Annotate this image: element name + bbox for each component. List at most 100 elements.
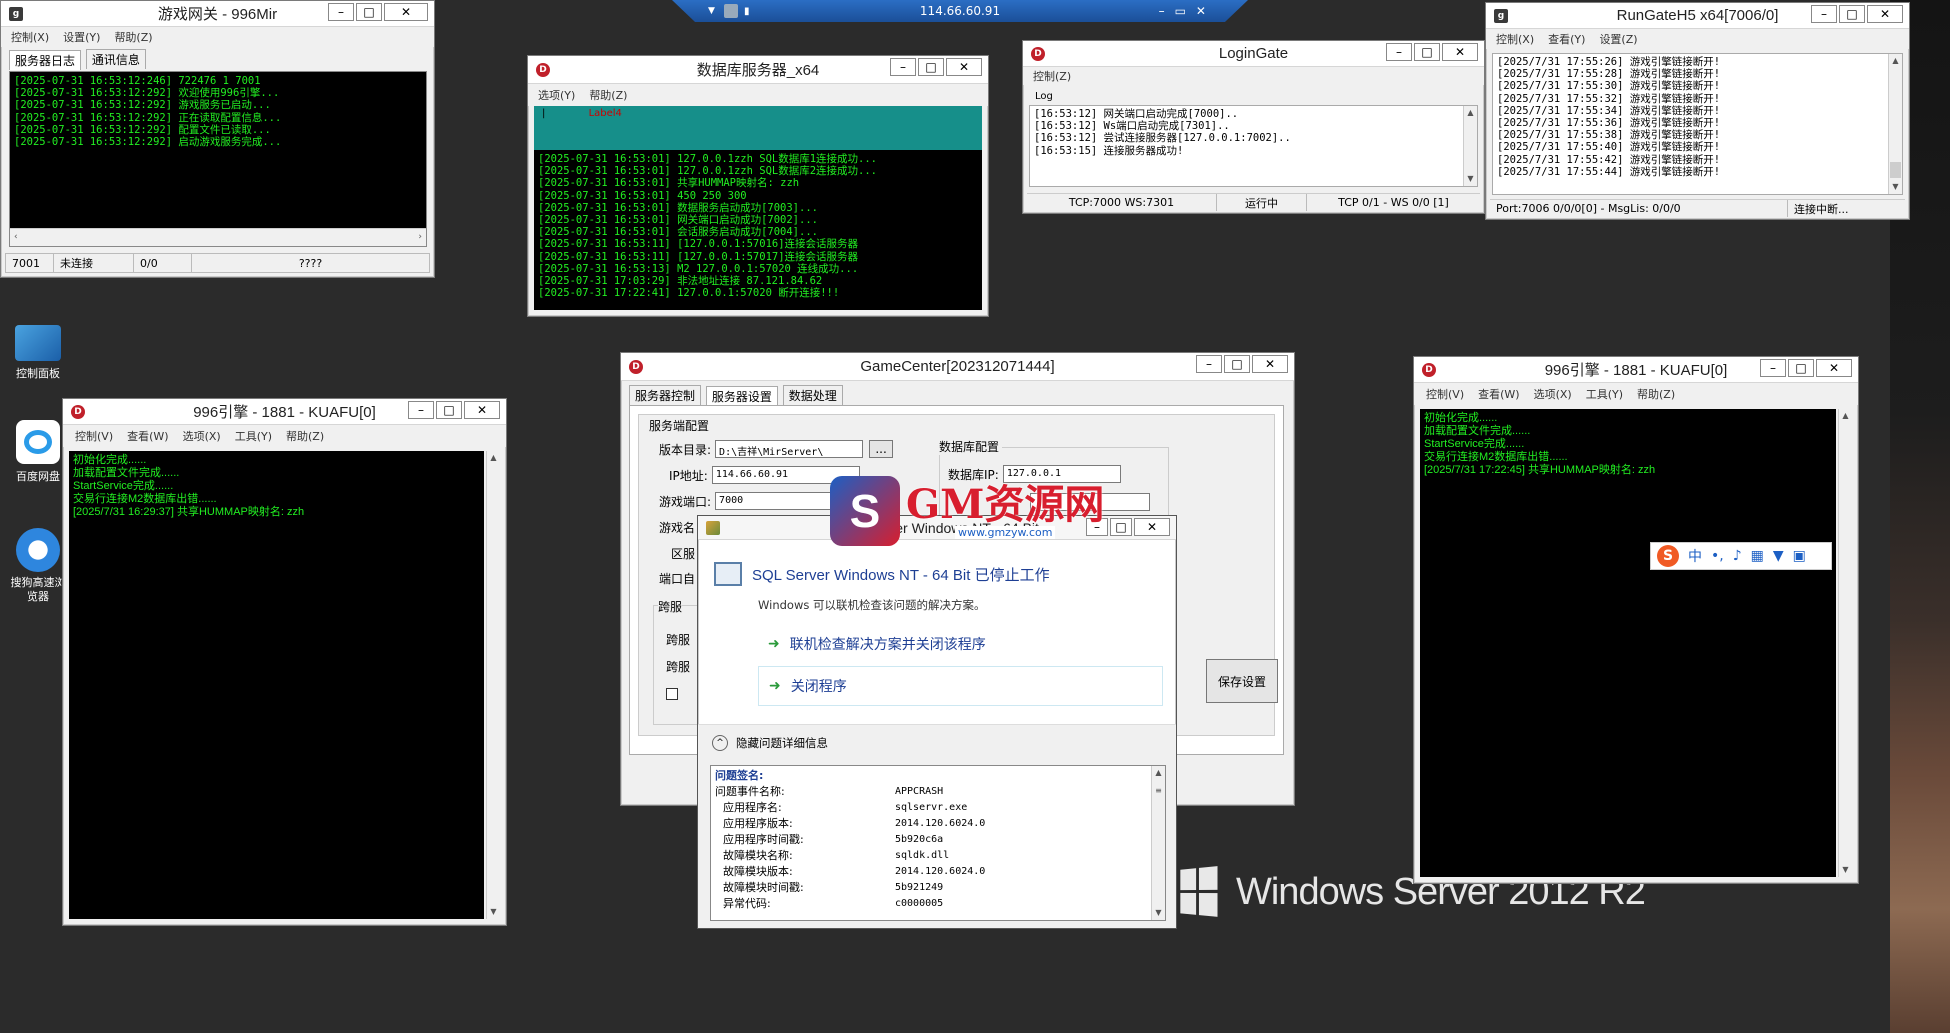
minimize-button[interactable]: –	[1386, 43, 1412, 61]
horizontal-scrollbar[interactable]: ‹ ›	[10, 228, 426, 246]
close-button[interactable]: ✕	[1252, 355, 1288, 373]
maximize-button[interactable]: □	[1839, 5, 1865, 23]
title-bar[interactable]: D 996引擎 - 1881 - KUAFU[0] – □ ✕	[63, 399, 506, 425]
menu-settings[interactable]: 设置(Y)	[63, 29, 100, 45]
engine-window-left[interactable]: D 996引擎 - 1881 - KUAFU[0] – □ ✕ 控制(V) 查看(W…	[62, 398, 507, 926]
close-button[interactable]: ✕	[1867, 5, 1903, 23]
menu-help[interactable]: 帮助(Z)	[589, 87, 627, 103]
ime-mode[interactable]: 中	[1688, 546, 1702, 566]
minimize-button[interactable]: –	[890, 58, 916, 76]
remote-controls[interactable]: –▭✕	[1159, 4, 1216, 18]
lock-icon[interactable]	[724, 4, 738, 18]
tab-comm-info[interactable]: 通讯信息	[85, 49, 146, 69]
ime-toolbar[interactable]: S 中 •, ♪ ▦ ▼ ▣	[1650, 542, 1832, 570]
maximize-button[interactable]: □	[918, 58, 944, 76]
vertical-scrollbar[interactable]: ▲ ▼	[1838, 409, 1852, 877]
title-bar[interactable]: D GameCenter[202312071444] – □ ✕	[621, 353, 1294, 381]
option-check-online[interactable]: ➜ 联机检查解决方案并关闭该程序	[768, 634, 986, 654]
menu-view[interactable]: 查看(W)	[1478, 386, 1519, 402]
group-title: 跨服	[658, 598, 683, 615]
vertical-scrollbar[interactable]: ▲ ≡ ▼	[1151, 766, 1165, 920]
dialog-icon	[706, 520, 720, 535]
title-bar[interactable]: g RunGateH5 x64[7006/0] – □ ✕	[1486, 3, 1909, 29]
title-bar[interactable]: D 996引擎 - 1881 - KUAFU[0] – □ ✕	[1414, 357, 1858, 383]
menu-help[interactable]: 帮助(Z)	[114, 29, 152, 45]
toolbox-icon[interactable]: ▣	[1793, 548, 1806, 564]
menu-control[interactable]: 控制(X)	[1496, 31, 1534, 47]
menu-tools[interactable]: 工具(Y)	[1586, 386, 1623, 402]
menu-options[interactable]: 选项(X)	[183, 428, 221, 444]
title-bar[interactable]: D 数据库服务器_x64 – □ ✕	[528, 56, 988, 84]
menu-view[interactable]: 查看(W)	[127, 428, 168, 444]
tab-server-settings[interactable]: 服务器设置	[705, 386, 778, 406]
menu-tools[interactable]: 工具(Y)	[235, 428, 272, 444]
close-button[interactable]: ✕	[464, 401, 500, 419]
cross-checkbox[interactable]	[666, 688, 678, 700]
keyboard-icon[interactable]: ▦	[1751, 548, 1764, 564]
desktop-icon-baidu-netdisk[interactable]: 百度网盘	[8, 420, 68, 484]
menu-control[interactable]: 控制(X)	[11, 29, 49, 45]
maximize-button[interactable]: □	[1110, 518, 1132, 536]
menu-control[interactable]: 控制(V)	[75, 428, 113, 444]
minimize-button[interactable]: –	[1196, 355, 1222, 373]
minimize-button[interactable]: –	[1760, 359, 1786, 377]
vertical-scrollbar[interactable]: ▲ ▼	[1463, 106, 1477, 186]
title-bar[interactable]: D LoginGate – □ ✕	[1023, 41, 1484, 67]
close-button[interactable]: ✕	[1134, 518, 1170, 536]
tab-server-log[interactable]: 服务器日志	[9, 50, 82, 70]
app-icon: D	[629, 359, 643, 374]
remote-desktop-bar[interactable]: ▼ ▮ 114.66.60.91 –▭✕	[672, 0, 1248, 22]
detail-value: sqlservr.exe	[895, 802, 968, 813]
database-server-window[interactable]: D 数据库服务器_x64 – □ ✕ 选项(Y) 帮助(Z) | Label4 [2…	[527, 55, 989, 317]
version-dir-input[interactable]: D:\吉祥\MirServer\	[715, 440, 864, 458]
field-label: IP地址:	[669, 468, 708, 483]
tab-server-control[interactable]: 服务器控制	[629, 385, 702, 405]
punctuation-icon[interactable]: •,	[1711, 548, 1724, 564]
sogou-icon[interactable]: S	[1657, 545, 1679, 567]
save-settings-button[interactable]: 保存设置	[1206, 659, 1278, 703]
close-button[interactable]: ✕	[1816, 359, 1852, 377]
close-button[interactable]: ✕	[384, 3, 428, 21]
maximize-button[interactable]: □	[356, 3, 382, 21]
sql-crash-dialog[interactable]: SQL Server Windows NT - 64 Bit – □ ✕ SQL S…	[697, 515, 1177, 929]
menu-options[interactable]: 选项(Y)	[538, 87, 575, 103]
menu-control[interactable]: 控制(V)	[1426, 386, 1464, 402]
app-icon: D	[71, 404, 85, 419]
close-button[interactable]: ✕	[1442, 43, 1478, 61]
vertical-scrollbar[interactable]: ▲ ▼	[486, 451, 500, 919]
close-button[interactable]: ✕	[946, 58, 982, 76]
skin-icon[interactable]: ▼	[1773, 548, 1784, 564]
detail-key: 故障模块时间戳:	[723, 881, 804, 894]
rungate-window[interactable]: g RunGateH5 x64[7006/0] – □ ✕ 控制(X) 查看(Y) …	[1485, 2, 1910, 220]
menu-help[interactable]: 帮助(Z)	[1637, 386, 1675, 402]
details-toggle-bar[interactable]: ^ 隐藏问题详细信息	[698, 724, 1176, 760]
status-bar: Port:7006 0/0/0[0] - MsgLis: 0/0/0 连接中断.…	[1490, 199, 1905, 217]
vertical-scrollbar[interactable]: ▲ ▼	[1888, 54, 1902, 194]
remote-ip: 114.66.60.91	[919, 4, 1001, 18]
pin-icon[interactable]: ▼	[708, 6, 715, 16]
game-gateway-window[interactable]: g 游戏网关 - 996Mir – □ ✕ 控制(X) 设置(Y) 帮助(Z) 服务…	[0, 0, 435, 278]
tab-data-processing[interactable]: 数据处理	[782, 385, 843, 405]
microphone-icon[interactable]: ♪	[1733, 548, 1742, 564]
browse-button[interactable]: ...	[869, 440, 894, 458]
engine-window-right[interactable]: D 996引擎 - 1881 - KUAFU[0] – □ ✕ 控制(V) 查看(W…	[1413, 356, 1859, 884]
menu-settings[interactable]: 设置(Z)	[1599, 31, 1637, 47]
error-header: SQL Server Windows NT - 64 Bit 已停止工作	[714, 562, 1050, 586]
title-bar[interactable]: g 游戏网关 - 996Mir – □ ✕	[1, 1, 434, 27]
desktop-icon-label: 百度网盘	[16, 470, 60, 483]
minimize-button[interactable]: –	[328, 3, 354, 21]
logingate-window[interactable]: D LoginGate – □ ✕ 控制(Z) Log [16:53:12] 网关端…	[1022, 40, 1485, 214]
minimize-button[interactable]: –	[408, 401, 434, 419]
label4: Label4	[588, 108, 622, 119]
maximize-button[interactable]: □	[1788, 359, 1814, 377]
menu-options[interactable]: 选项(X)	[1534, 386, 1572, 402]
desktop-icon-control-panel[interactable]: 控制面板	[8, 325, 68, 381]
menu-control[interactable]: 控制(Z)	[1033, 68, 1071, 84]
minimize-button[interactable]: –	[1811, 5, 1837, 23]
menu-view[interactable]: 查看(Y)	[1548, 31, 1585, 47]
menu-help[interactable]: 帮助(Z)	[286, 428, 324, 444]
maximize-button[interactable]: □	[1414, 43, 1440, 61]
maximize-button[interactable]: □	[436, 401, 462, 419]
option-close-program[interactable]: ➜ 关闭程序	[758, 666, 1163, 706]
maximize-button[interactable]: □	[1224, 355, 1250, 373]
